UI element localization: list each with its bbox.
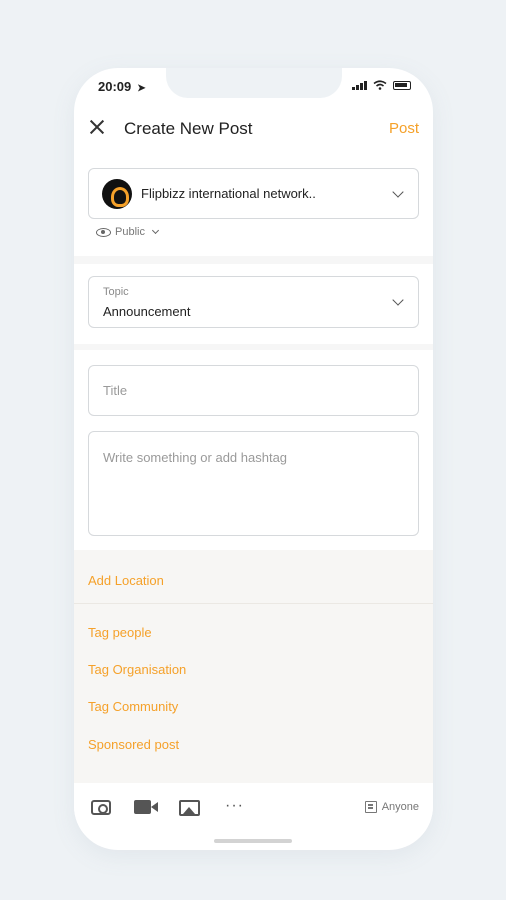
image-icon[interactable] xyxy=(179,800,200,816)
organisation-selector[interactable]: Flipbizz international network.. xyxy=(88,168,419,219)
video-icon[interactable] xyxy=(134,800,158,814)
location-arrow-icon: ➤ xyxy=(137,83,146,94)
sponsored-post-link[interactable]: Sponsored post xyxy=(88,737,179,752)
status-icons xyxy=(352,80,411,90)
home-indicator xyxy=(214,839,292,843)
organisation-name: Flipbizz international network.. xyxy=(141,186,316,201)
title-input[interactable] xyxy=(88,365,419,416)
signal-icon xyxy=(352,80,367,90)
more-icon[interactable]: ··· xyxy=(225,797,244,815)
section-divider xyxy=(74,344,433,350)
post-options: Add Location Tag people Tag Organisation… xyxy=(74,550,433,783)
audience-selector[interactable]: Anyone xyxy=(364,801,419,813)
section-divider xyxy=(74,256,433,264)
audience-icon xyxy=(364,801,377,813)
topic-value: Announcement xyxy=(103,304,191,319)
add-location-link[interactable]: Add Location xyxy=(88,573,164,588)
chevron-down-icon xyxy=(151,226,160,235)
phone-screen: 20:09 ➤ Create New Post Post Flipbizz int… xyxy=(74,68,433,850)
page-title: Create New Post xyxy=(124,119,253,138)
topic-label: Topic xyxy=(103,286,129,298)
status-time: 20:09 ➤ xyxy=(98,79,146,94)
tag-organisation-link[interactable]: Tag Organisation xyxy=(88,662,186,677)
topic-selector[interactable]: Topic Announcement xyxy=(88,276,419,328)
notch xyxy=(166,68,342,98)
wifi-icon xyxy=(373,80,387,90)
visibility-selector[interactable]: Public xyxy=(96,226,160,238)
chevron-down-icon xyxy=(392,186,404,198)
tag-people-link[interactable]: Tag people xyxy=(88,625,152,640)
eye-icon xyxy=(96,227,111,237)
header: Create New Post Post xyxy=(74,112,433,142)
tag-community-link[interactable]: Tag Community xyxy=(88,699,178,714)
audience-label: Anyone xyxy=(381,801,419,813)
post-button[interactable]: Post xyxy=(389,120,419,137)
post-body-input[interactable] xyxy=(88,431,419,536)
close-icon[interactable] xyxy=(88,118,106,136)
organisation-avatar xyxy=(102,179,132,209)
options-divider xyxy=(74,603,433,604)
battery-icon xyxy=(393,80,411,90)
visibility-label: Public xyxy=(115,226,145,238)
camera-icon[interactable] xyxy=(91,800,111,815)
bottom-toolbar: ··· Anyone xyxy=(74,783,433,833)
status-time-text: 20:09 xyxy=(98,79,132,94)
chevron-down-icon xyxy=(392,294,404,306)
